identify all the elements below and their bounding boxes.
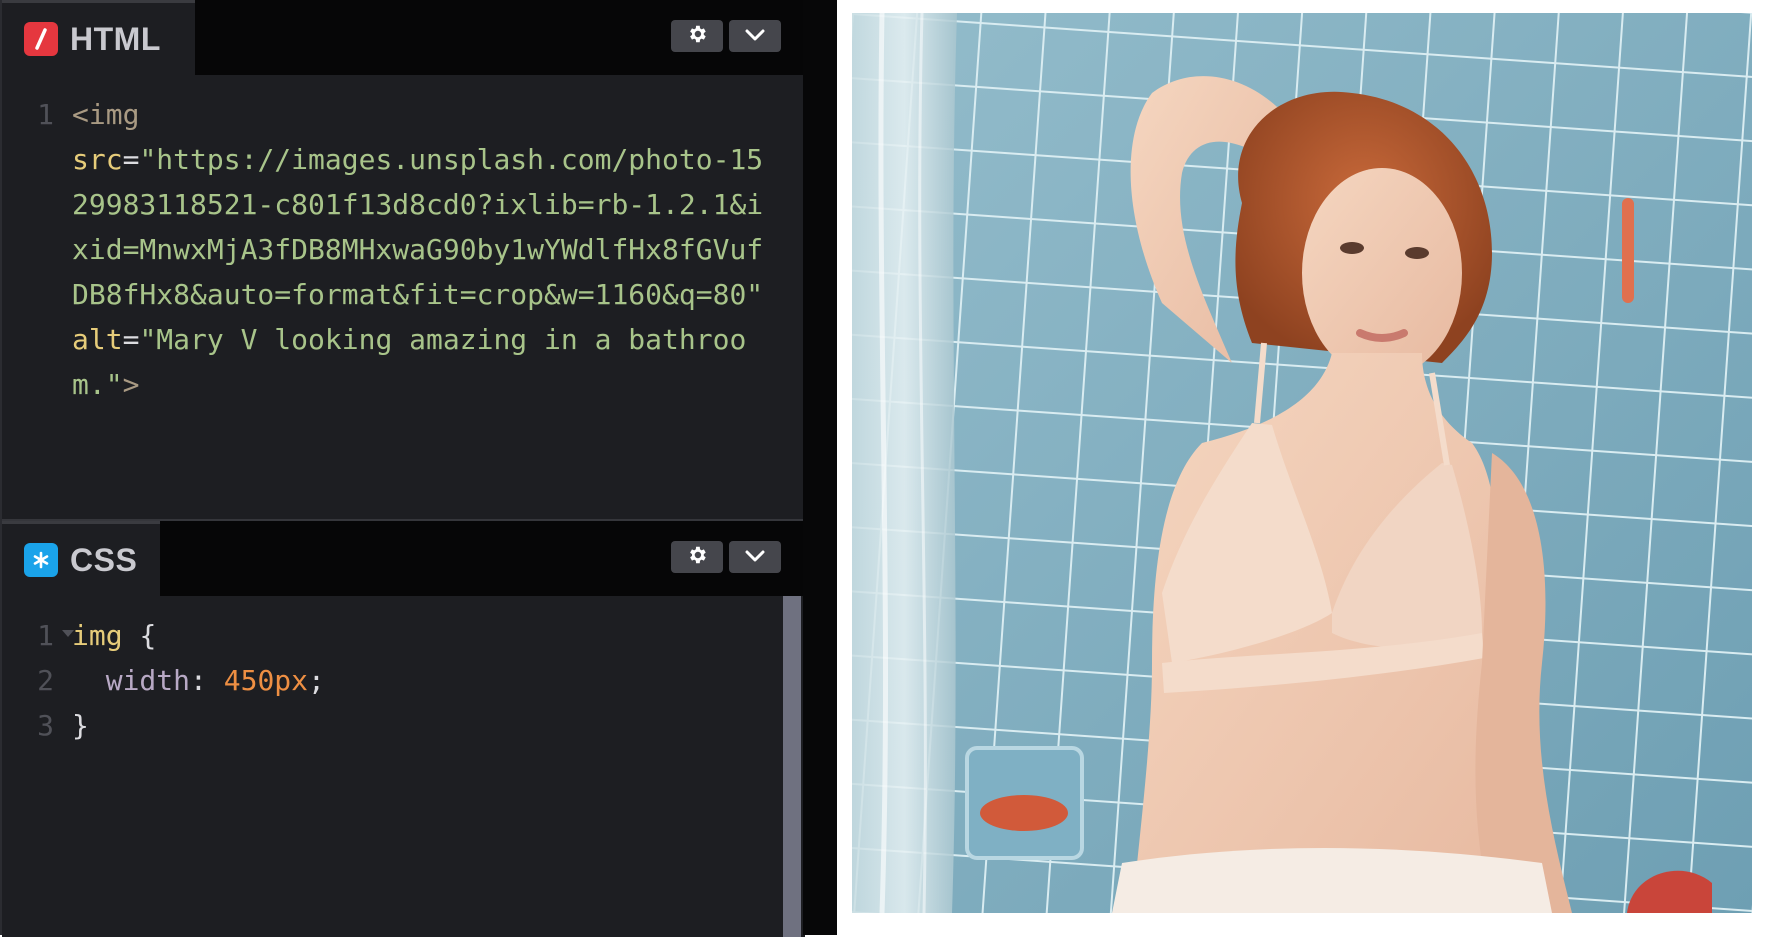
html-editor-header: HTML [2,0,805,75]
html-slash-icon [24,22,58,56]
gear-icon [686,23,708,49]
line-number: 1 [2,613,74,658]
chevron-down-icon [744,548,766,567]
code-line-content: width: 450px; [105,664,325,697]
resize-divider[interactable] [803,0,837,935]
html-src-value: "https://images.unsplash.com/photo-15299… [72,143,764,311]
code-line-content: <img src="https://images.unsplash.com/ph… [72,98,764,401]
gear-icon [686,544,708,570]
html-code-area[interactable]: 1 <img src="https://images.unsplash.com/… [2,92,805,407]
html-editor-tab[interactable]: HTML [2,0,195,75]
chevron-down-icon [744,27,766,46]
css-editor-pane: CSS 1 img { 2 width: 450px; 3} [2,519,805,937]
css-open-brace: { [139,619,157,652]
css-property: width [105,664,191,697]
asterisk-icon [24,543,58,577]
line-number: 1 [37,98,54,131]
css-editor-tab[interactable]: CSS [2,521,160,596]
code-line-content: img { [72,613,772,658]
code-line: 2 width: 450px; [2,658,805,703]
fold-arrow-icon[interactable] [62,630,74,637]
code-line: 3 } [2,703,805,748]
preview-image [852,13,1752,913]
html-editor-pane: HTML 1 <img src="https://images.unsplash… [2,0,805,515]
css-selector: img [72,619,123,652]
line-number: 3 [37,709,54,742]
css-editor-title: CSS [70,541,138,578]
code-line-content: } [72,703,772,748]
html-editor-title: HTML [70,20,161,57]
line-number: 2 [37,664,54,697]
html-tag-open: <img [72,98,140,131]
html-collapse-button[interactable] [729,20,781,52]
css-close-brace: } [72,709,89,742]
html-alt-attribute: alt [72,323,123,356]
css-code-area[interactable]: 1 img { 2 width: 450px; 3 } [2,613,805,748]
html-settings-button[interactable] [671,20,723,52]
html-tag-close: > [122,368,140,401]
css-value: 450px [223,664,309,697]
css-settings-button[interactable] [671,541,723,573]
code-line: 1 img { [2,613,805,658]
code-line: 1 <img src="https://images.unsplash.com/… [2,92,805,407]
bathroom-photo-illustration [852,13,1752,913]
css-editor-scrollbar[interactable] [783,596,801,937]
html-src-attribute: src [72,143,123,176]
editors-panel: HTML 1 <img src="https://images.unsplash… [0,0,805,937]
html-alt-value: "Mary V looking amazing in a bathroom." [72,323,747,401]
css-collapse-button[interactable] [729,541,781,573]
css-editor-header: CSS [2,521,805,596]
